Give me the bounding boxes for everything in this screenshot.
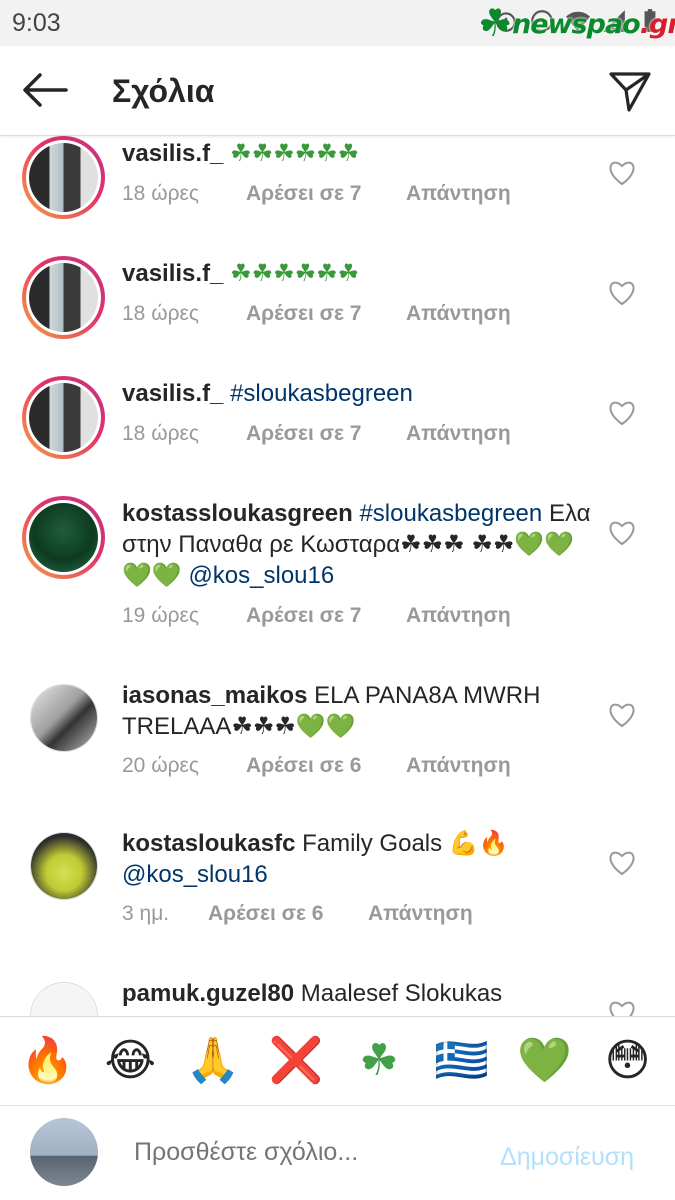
comment-composer: Δημοσίευση [0, 1106, 675, 1200]
comment-text: vasilis.f_ ☘☘☘☘☘☘ [122, 138, 592, 169]
comment-text: iasonas_maikos ELA PANA8A MWRH TRELAAA☘☘… [122, 680, 592, 742]
mention-link[interactable]: @kos_slou16 [122, 861, 268, 888]
comment-time: 3 ημ. [122, 902, 170, 925]
heart-icon[interactable] [608, 1000, 636, 1016]
comment-likes[interactable]: Αρέσει σε 7 [246, 604, 406, 628]
comment-body: Family Goals 💪🔥 [302, 830, 509, 857]
hashtag-link[interactable]: #sloukasbegreen [230, 380, 413, 407]
status-time: 9:03 [12, 9, 61, 37]
comment-username[interactable]: vasilis.f_ [122, 140, 223, 167]
comments-list[interactable]: vasilis.f_ ☘☘☘☘☘☘ 18 ώρες Αρέσει σε 7 Απ… [0, 136, 675, 1016]
reply-button[interactable]: Απάντηση [406, 604, 511, 628]
comment-time: 18 ώρες [122, 182, 200, 205]
comment-likes[interactable]: Αρέσει σε 7 [246, 302, 406, 326]
comment-text: kostaslоukasfc Family Goals 💪🔥 @kos_slou… [122, 828, 592, 890]
avatar[interactable] [22, 256, 105, 339]
heart-icon[interactable] [608, 702, 636, 728]
comment-username[interactable]: vasilis.f_ [122, 380, 223, 407]
comment-username[interactable]: kostassloukasgreen [122, 500, 353, 527]
comment-meta: 20 ώρες Αρέσει σε 6 Απάντηση [122, 754, 511, 778]
post-button[interactable]: Δημοσίευση [500, 1143, 634, 1172]
avatar[interactable] [22, 136, 105, 219]
mention-link[interactable]: @kos_slou16 [188, 562, 334, 589]
back-arrow-icon[interactable] [20, 70, 70, 110]
comment-likes[interactable]: Αρέσει σε 6 [246, 754, 406, 778]
comment-meta: 18 ώρες Αρέσει σε 7 Απάντηση [122, 182, 511, 206]
shamrock-emoji-button[interactable]: ☘ [349, 1036, 409, 1086]
comment-meta: 19 ώρες Αρέσει σε 7 Απάντηση [122, 604, 511, 628]
comment-text: kostassloukasgreen #sloukasbegreen Ελα σ… [122, 498, 592, 591]
heart-icon[interactable] [608, 850, 636, 876]
fire-emoji-button[interactable]: 🔥 [17, 1036, 77, 1086]
emoji-quick-bar: 🔥 😂 🙏 ❌ ☘ 🇬🇷 💚 😳 [0, 1016, 675, 1106]
comment-body: ☘☘☘☘☘☘ [230, 260, 360, 287]
comment-text: vasilis.f_ ☘☘☘☘☘☘ [122, 258, 592, 289]
heart-icon[interactable] [608, 520, 636, 546]
flushed-emoji-button[interactable]: 😳 [598, 1036, 658, 1086]
avatar[interactable] [22, 496, 105, 579]
comment-likes[interactable]: Αρέσει σε 7 [246, 422, 406, 446]
status-bar: 9:03 ☘ newspao.gr [0, 0, 675, 46]
comment-time: 18 ώρες [122, 422, 200, 445]
comment-body: Maalesef Slokukas [300, 980, 503, 1007]
newspao-watermark: ☘ newspao.gr [478, 4, 675, 44]
comment-time: 18 ώρες [122, 302, 200, 325]
comment-body: ☘☘☘☘☘☘ [230, 140, 360, 167]
comment-meta: 3 ημ. Αρέσει σε 6 Απάντηση [122, 902, 473, 926]
comments-header: Σχόλια [0, 46, 675, 136]
comment-likes[interactable]: Αρέσει σε 6 [208, 902, 368, 926]
reply-button[interactable]: Απάντηση [406, 754, 511, 778]
direct-send-icon[interactable] [607, 68, 653, 114]
green-heart-emoji-button[interactable]: 💚 [515, 1036, 575, 1086]
clover-logo-icon: ☘ [478, 3, 513, 45]
comment-likes[interactable]: Αρέσει σε 7 [246, 182, 406, 206]
comment-meta: 18 ώρες Αρέσει σε 7 Απάντηση [122, 302, 511, 326]
avatar[interactable] [22, 376, 105, 459]
laughing-emoji-button[interactable]: 😂 [100, 1036, 160, 1086]
comment-time: 19 ώρες [122, 604, 200, 627]
reply-button[interactable]: Απάντηση [406, 422, 511, 446]
avatar[interactable] [30, 982, 98, 1016]
pray-emoji-button[interactable]: 🙏 [183, 1036, 243, 1086]
comment-text: vasilis.f_ #sloukasbegreen [122, 378, 592, 409]
hashtag-link[interactable]: #sloukasbegreen [359, 500, 542, 527]
reply-button[interactable]: Απάντηση [406, 302, 511, 326]
avatar[interactable] [30, 684, 98, 752]
greece-flag-emoji-button[interactable]: 🇬🇷 [432, 1036, 492, 1086]
comment-time: 20 ώρες [122, 754, 200, 777]
cross-mark-emoji-button[interactable]: ❌ [266, 1036, 326, 1086]
comment-username[interactable]: iasonas_maikos [122, 682, 307, 709]
comment-meta: 18 ώρες Αρέσει σε 7 Απάντηση [122, 422, 511, 446]
reply-button[interactable]: Απάντηση [406, 182, 511, 206]
comment-username[interactable]: kostaslоukasfc [122, 830, 295, 857]
heart-icon[interactable] [608, 160, 636, 186]
comment-username[interactable]: pamuk.guzel80 [122, 980, 294, 1007]
current-user-avatar [30, 1118, 98, 1186]
heart-icon[interactable] [608, 400, 636, 426]
avatar[interactable] [30, 832, 98, 900]
comment-username[interactable]: vasilis.f_ [122, 260, 223, 287]
heart-icon[interactable] [608, 280, 636, 306]
reply-button[interactable]: Απάντηση [368, 902, 473, 926]
comment-text: pamuk.guzel80 Maalesef Slokukas [122, 978, 592, 1009]
watermark-text: newspao.gr [512, 8, 675, 40]
comment-input[interactable] [134, 1138, 474, 1167]
page-title: Σχόλια [112, 73, 215, 109]
